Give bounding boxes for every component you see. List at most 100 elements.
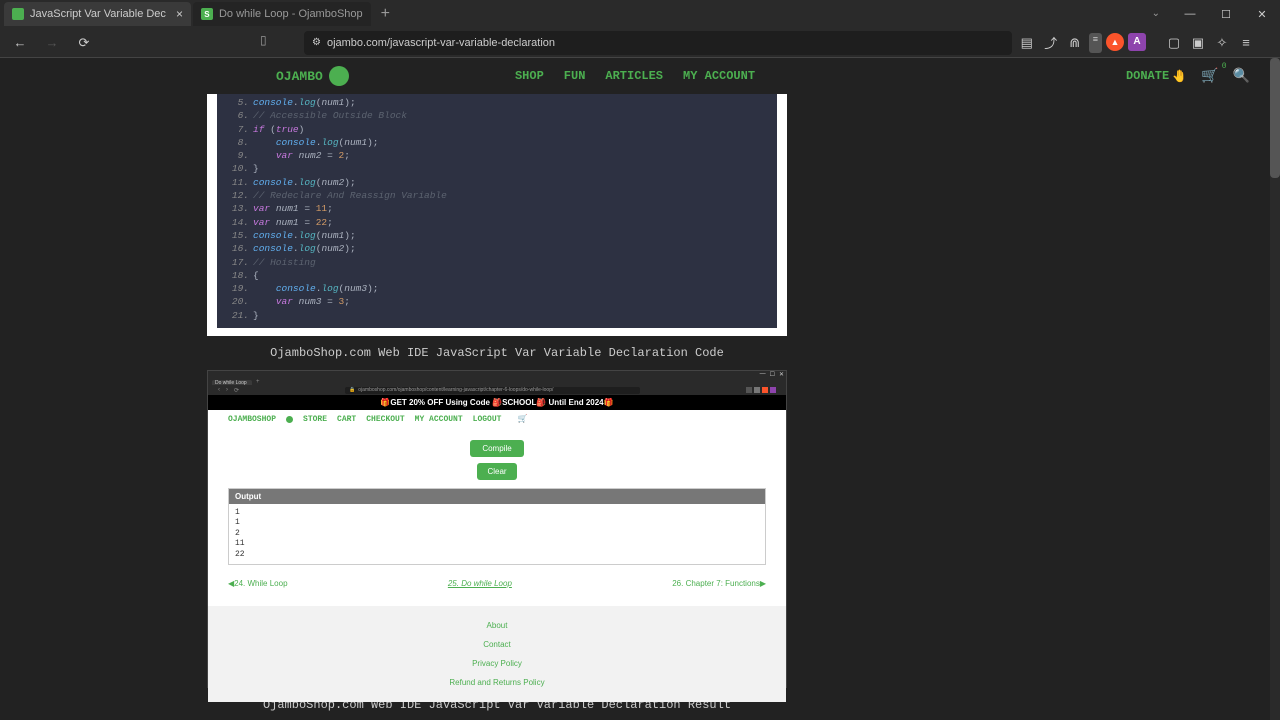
nav-fun[interactable]: FUN bbox=[564, 69, 586, 83]
compile-button: Compile bbox=[470, 440, 523, 457]
code-line: 6.// Accessible Outside Block bbox=[227, 109, 767, 122]
browser-tab-active[interactable]: JavaScript Var Variable Dec × bbox=[4, 2, 191, 26]
address-bar: ← → ⟳ ▯ ⚙ ojambo.com/javascript-var-vari… bbox=[0, 28, 1280, 58]
window-close-button[interactable]: ✕ bbox=[1244, 0, 1280, 28]
site-header: OJAMBO SHOP FUN ARTICLES MY ACCOUNT DONA… bbox=[0, 58, 1270, 94]
inner-footer: About Contact Privacy Policy Refund and … bbox=[208, 606, 786, 702]
brave-shield-icon[interactable]: ▲ bbox=[1106, 33, 1124, 51]
inner-nav: OJAMBOSHOP STORE CART CHECKOUT MY ACCOUN… bbox=[208, 410, 786, 428]
pagination: ◀24. While Loop 25. Do while Loop 26. Ch… bbox=[208, 571, 786, 596]
output-line: 11 bbox=[235, 539, 759, 549]
tab-favicon bbox=[12, 8, 24, 20]
site-logo[interactable]: OJAMBO bbox=[276, 66, 349, 86]
code-block: 5.console.log(num1);6.// Accessible Outs… bbox=[217, 90, 777, 328]
tab-favicon: S bbox=[201, 8, 213, 20]
nav-reload-button[interactable]: ⟳ bbox=[72, 31, 96, 55]
output-line: 2 bbox=[235, 529, 759, 539]
output-line: 1 bbox=[235, 508, 759, 518]
menu-icon[interactable]: ≡ bbox=[1236, 33, 1256, 53]
output-panel: Output 1121122 bbox=[228, 488, 766, 565]
wallet-icon[interactable]: ▣ bbox=[1188, 33, 1208, 53]
inner-cart-icon: 🛒 bbox=[517, 414, 527, 424]
tab-bar: JavaScript Var Variable Dec × S Do while… bbox=[0, 0, 1280, 28]
bookmark-icon[interactable]: ▯ bbox=[260, 33, 267, 47]
footer-privacy: Privacy Policy bbox=[208, 654, 786, 673]
code-line: 18.{ bbox=[227, 269, 767, 282]
inner-nav-cart: CART bbox=[337, 415, 356, 424]
tab-close-icon[interactable]: × bbox=[176, 7, 183, 21]
code-line: 12.// Redeclare And Reassign Variable bbox=[227, 189, 767, 202]
nav-forward-button[interactable]: → bbox=[40, 31, 64, 55]
code-line: 17.// Hoisting bbox=[227, 256, 767, 269]
inner-logo: OJAMBOSHOP bbox=[228, 415, 276, 424]
site-settings-icon[interactable]: ⚙ bbox=[312, 37, 321, 48]
pagination-prev: ◀24. While Loop bbox=[228, 579, 288, 588]
inner-tab: Do while Loop - OjamboS bbox=[212, 380, 252, 385]
inner-nav-store: STORE bbox=[303, 415, 327, 424]
inner-nav-checkout: CHECKOUT bbox=[366, 415, 404, 424]
code-line: 21.} bbox=[227, 309, 767, 322]
footer-refund: Refund and Returns Policy bbox=[208, 673, 786, 692]
url-input[interactable]: ⚙ ojambo.com/javascript-var-variable-dec… bbox=[304, 31, 1012, 55]
new-tab-button[interactable]: + bbox=[373, 5, 398, 23]
tab-title: JavaScript Var Variable Dec bbox=[30, 8, 166, 20]
scrollbar-track[interactable] bbox=[1270, 58, 1280, 720]
url-text: ojambo.com/javascript-var-variable-decla… bbox=[327, 37, 555, 49]
output-line: 22 bbox=[235, 550, 759, 560]
donate-label: DONATE bbox=[1126, 69, 1169, 83]
code-line: 19. console.log(num3); bbox=[227, 282, 767, 295]
pagination-next: 26. Chapter 7: Functions▶ bbox=[672, 579, 766, 588]
code-line: 8. console.log(num1); bbox=[227, 136, 767, 149]
tabs-dropdown-icon[interactable]: ⌄ bbox=[1152, 8, 1160, 19]
inner-nav-account: MY ACCOUNT bbox=[415, 415, 463, 424]
donate-button[interactable]: DONATE 🤚 bbox=[1126, 69, 1187, 84]
cart-button[interactable]: 🛒0 bbox=[1201, 68, 1218, 85]
inner-url: ojamboshop.com/ojamboshop/content/learni… bbox=[358, 387, 553, 393]
share-icon[interactable]: ⤴ bbox=[1041, 33, 1061, 53]
nav-articles[interactable]: ARTICLES bbox=[605, 69, 663, 83]
sidebar-toggle-icon[interactable]: ▢ bbox=[1164, 33, 1184, 53]
search-icon[interactable]: 🔍 bbox=[1233, 68, 1250, 85]
hand-icon: 🤚 bbox=[1172, 69, 1187, 84]
code-line: 14.var num1 = 22; bbox=[227, 216, 767, 229]
code-line: 9. var num2 = 2; bbox=[227, 149, 767, 162]
extension-icon[interactable]: A bbox=[1128, 33, 1146, 51]
code-line: 15.console.log(num1); bbox=[227, 229, 767, 242]
browser-tab-inactive[interactable]: S Do while Loop - OjamboShop bbox=[193, 2, 371, 26]
reader-mode-icon[interactable]: ▤ bbox=[1017, 33, 1037, 53]
pagination-current: 25. Do while Loop bbox=[448, 579, 512, 588]
scrollbar-thumb[interactable] bbox=[1270, 58, 1280, 178]
extension-badge[interactable]: ≡ bbox=[1089, 33, 1102, 53]
logo-text: OJAMBO bbox=[276, 69, 323, 84]
code-line: 13.var num1 = 11; bbox=[227, 202, 767, 215]
page-content: OJAMBO SHOP FUN ARTICLES MY ACCOUNT DONA… bbox=[0, 58, 1280, 720]
cart-count: 0 bbox=[1222, 62, 1227, 71]
code-caption: OjamboShop.com Web IDE JavaScript Var Va… bbox=[207, 336, 787, 370]
output-line: 1 bbox=[235, 518, 759, 528]
code-line: 7.if (true) bbox=[227, 123, 767, 136]
output-body: 1121122 bbox=[229, 504, 765, 564]
tab-title: Do while Loop - OjamboShop bbox=[219, 8, 363, 20]
nav-account[interactable]: MY ACCOUNT bbox=[683, 69, 755, 83]
code-line: 11.console.log(num2); bbox=[227, 176, 767, 189]
nav-back-button[interactable]: ← bbox=[8, 31, 32, 55]
inner-logo-icon bbox=[286, 416, 293, 423]
window-minimize-button[interactable]: — bbox=[1172, 0, 1208, 28]
inner-nav-logout: LOGOUT bbox=[473, 415, 502, 424]
rss-icon[interactable]: ⋒ bbox=[1065, 33, 1085, 53]
promo-banner: 🎁GET 20% OFF Using Code 🎒SCHOOL🎒 Until E… bbox=[208, 395, 786, 410]
footer-about: About bbox=[208, 616, 786, 635]
window-maximize-button[interactable]: ☐ bbox=[1208, 0, 1244, 28]
output-label: Output bbox=[229, 489, 765, 504]
code-line: 5.console.log(num1); bbox=[227, 96, 767, 109]
code-line: 10.} bbox=[227, 162, 767, 175]
footer-contact: Contact bbox=[208, 635, 786, 654]
nav-shop[interactable]: SHOP bbox=[515, 69, 544, 83]
code-screenshot: 5.console.log(num1);6.// Accessible Outs… bbox=[207, 90, 787, 336]
code-line: 20. var num3 = 3; bbox=[227, 295, 767, 308]
code-line: 16.console.log(num2); bbox=[227, 242, 767, 255]
settings-sparkle-icon[interactable]: ✧ bbox=[1212, 33, 1232, 53]
logo-icon bbox=[329, 66, 349, 86]
result-screenshot: —☐✕ Do while Loop - OjamboS + ‹ › ⟳ 🔒oja… bbox=[207, 370, 787, 688]
clear-button: Clear bbox=[477, 463, 516, 480]
